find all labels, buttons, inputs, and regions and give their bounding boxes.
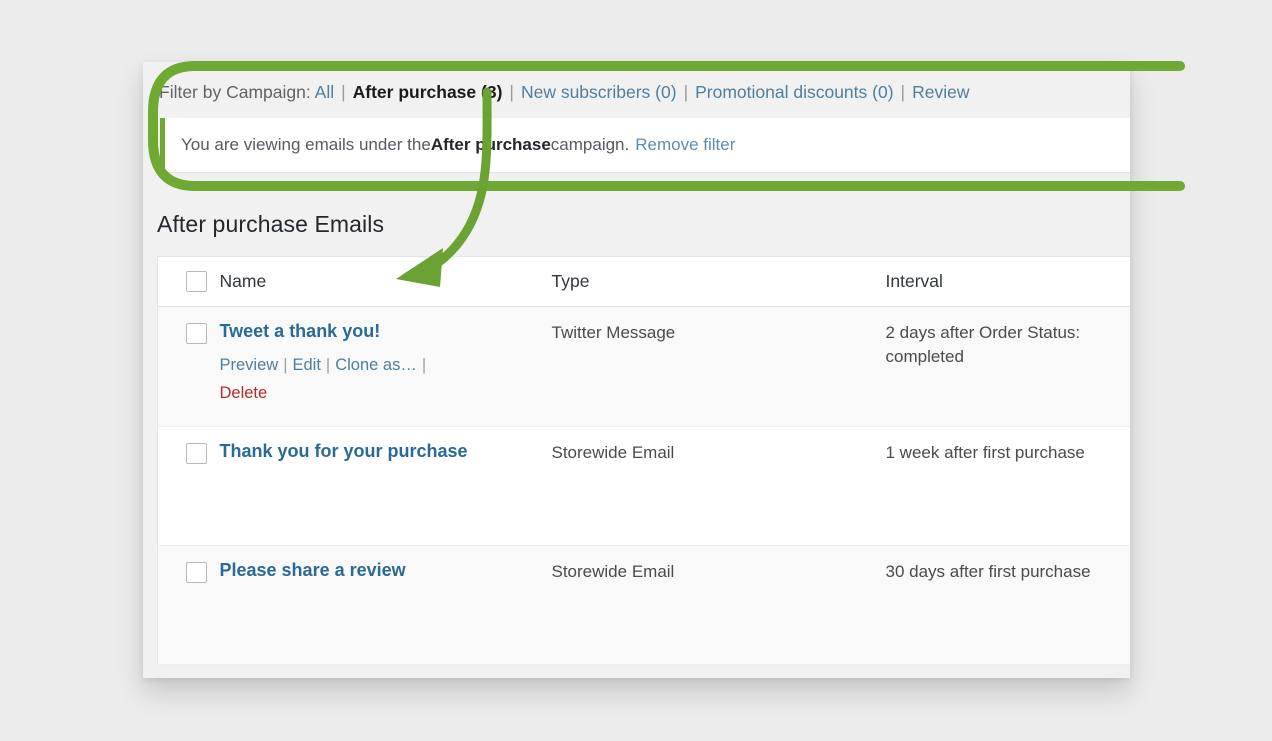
row-interval-cell: 30 days after first purchase (885, 545, 1130, 665)
action-preview[interactable]: Preview (220, 356, 279, 374)
row-type-cell: Storewide Email (551, 426, 886, 546)
action-separator: | (283, 355, 288, 374)
row-type-cell: Storewide Email (551, 545, 886, 665)
filter-by-campaign-label: Filter by Campaign: (159, 82, 311, 102)
row-name-cell: Tweet a thank you! Preview | Edit | Clone as… (219, 306, 552, 427)
table-row: Tweet a thank you! Preview | Edit | Clone as… (157, 306, 1130, 427)
filter-separator: | (900, 82, 906, 102)
row-type-cell: Twitter Message (551, 306, 886, 427)
row-actions: Preview | Edit | Clone as… | Delete (220, 351, 482, 409)
table-header-row: Name Type Interval (157, 256, 1130, 307)
filter-separator: | (341, 82, 346, 102)
campaign-filter-bar: Filter by Campaign: All | After purchase (… (143, 72, 1130, 112)
column-header-interval[interactable]: Interval (885, 256, 1130, 307)
filter-separator: | (683, 82, 689, 102)
email-type: Storewide Email (551, 562, 675, 581)
action-delete[interactable]: Delete (220, 384, 268, 402)
filter-item-review[interactable]: Review (912, 82, 969, 102)
email-interval: 30 days after first purchase (885, 562, 1091, 581)
column-header-type[interactable]: Type (551, 256, 886, 307)
filter-notice: You are viewing emails under the After p… (160, 118, 1130, 172)
row-name-cell: Thank you for your purchase (219, 426, 552, 546)
email-interval: 1 week after first purchase (885, 443, 1085, 462)
action-clone-as[interactable]: Clone as… (335, 356, 417, 374)
row-select-cell (157, 306, 220, 427)
table-row: Thank you for your purchase Storewide Em… (157, 426, 1130, 546)
row-interval-cell: 2 days after Order Status: completed (885, 306, 1130, 427)
filter-item-new-subscribers[interactable]: New subscribers (0) (521, 82, 677, 102)
select-all-header (157, 256, 220, 307)
filter-items: All | After purchase (3) | New subscribers (… (315, 82, 970, 102)
page-title: After purchase Emails (157, 211, 385, 238)
row-interval-cell: 1 week after first purchase (885, 426, 1130, 546)
emails-table: Name Type Interval Tweet a thank you! Pr… (157, 256, 1130, 665)
notice-text-before: You are viewing emails under the (181, 135, 431, 154)
email-interval: 2 days after Order Status: completed (885, 323, 1081, 366)
row-checkbox[interactable] (186, 562, 207, 583)
notice-campaign-name: After purchase (430, 135, 551, 154)
row-name-cell: Please share a review (219, 545, 552, 665)
row-checkbox[interactable] (186, 443, 207, 464)
table-row: Please share a review Storewide Email 30… (157, 545, 1130, 665)
filter-separator: | (509, 82, 514, 102)
filter-item-after-purchase[interactable]: After purchase (3) (353, 82, 503, 102)
email-title-link[interactable]: Tweet a thank you! (220, 321, 381, 343)
filter-item-all[interactable]: All (315, 82, 334, 102)
remove-filter-link[interactable]: Remove filter (635, 135, 735, 155)
action-separator: | (421, 355, 427, 374)
select-all-checkbox[interactable] (186, 271, 207, 292)
row-checkbox[interactable] (186, 323, 207, 344)
action-separator: | (325, 355, 331, 374)
row-select-cell (157, 545, 220, 665)
email-type: Storewide Email (551, 443, 675, 462)
admin-panel-card: Filter by Campaign: All | After purchase (… (143, 62, 1130, 678)
email-type: Twitter Message (551, 323, 676, 342)
email-title-link[interactable]: Thank you for your purchase (220, 441, 468, 463)
notice-text-after: campaign. (550, 135, 630, 154)
action-edit[interactable]: Edit (292, 356, 320, 374)
filter-item-promotional-discounts[interactable]: Promotional discounts (0) (695, 82, 893, 102)
row-select-cell (157, 426, 220, 546)
column-header-name[interactable]: Name (219, 256, 552, 307)
email-title-link[interactable]: Please share a review (220, 560, 406, 582)
